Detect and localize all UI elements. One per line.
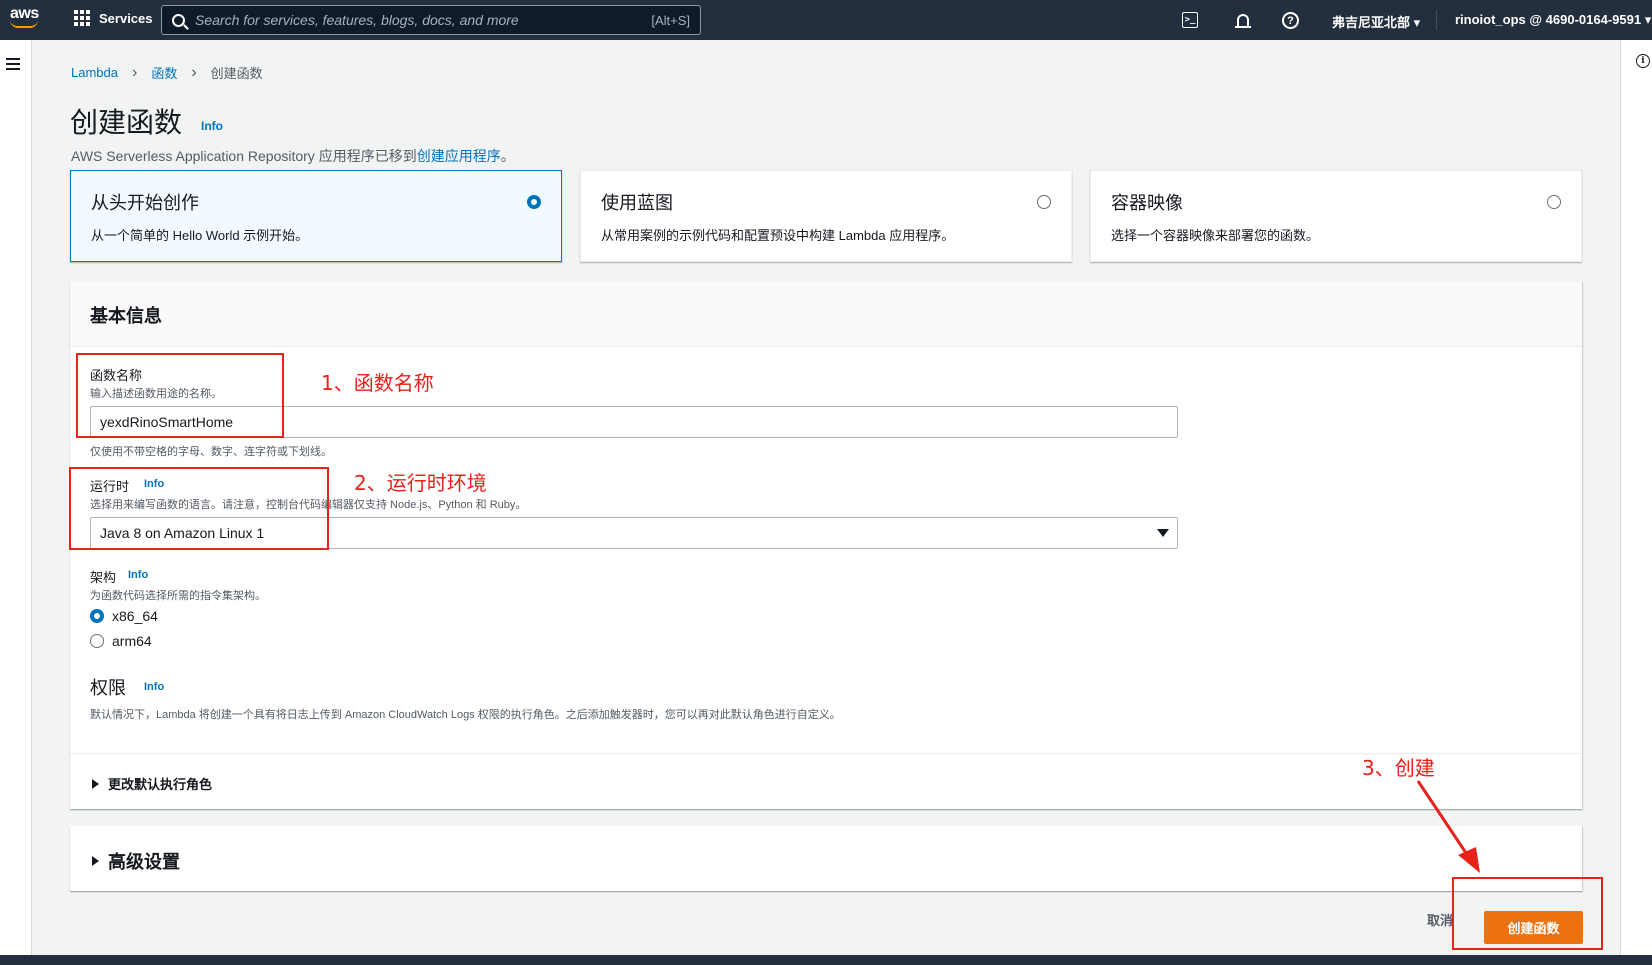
search-bar[interactable]: Search for services, features, blogs, do… [161, 5, 701, 35]
footer-bar [0, 955, 1652, 965]
change-role-label: 更改默认执行角色 [108, 777, 213, 792]
option-title: 使用蓝图 [601, 193, 673, 213]
option-desc: 从一个简单的 Hello World 示例开始。 [91, 228, 309, 243]
radio-selected-icon[interactable] [90, 609, 104, 623]
info-panel-icon[interactable]: i [1636, 54, 1650, 68]
panel-heading: 基本信息 [90, 306, 162, 326]
option-title: 容器映像 [1111, 193, 1183, 213]
annotation-arrow-icon [1416, 780, 1480, 873]
top-navigation: aws Services Search for services, featur… [0, 0, 1652, 40]
search-input[interactable]: Search for services, features, blogs, do… [195, 12, 651, 28]
left-side-rail [0, 40, 32, 955]
services-menu-button[interactable]: Services [74, 10, 153, 26]
annotation-runtime: 2、运行时环境 [354, 471, 487, 495]
annotation-box-create [1452, 877, 1603, 950]
permissions-label: 权限 [90, 678, 126, 698]
bell-icon[interactable] [1233, 10, 1253, 30]
arch-option-arm64[interactable]: arm64 [90, 633, 152, 649]
aws-logo[interactable]: aws [10, 5, 44, 35]
arch-option-label: x86_64 [112, 608, 158, 624]
breadcrumb: Lambda › 函数 › 创建函数 [71, 63, 263, 82]
annotation-function-name: 1、函数名称 [321, 371, 434, 395]
divider [70, 753, 1582, 754]
permissions-info-link[interactable]: Info [144, 681, 164, 693]
option-use-blueprint[interactable]: 使用蓝图 从常用案例的示例代码和配置预设中构建 Lambda 应用程序。 [580, 170, 1072, 262]
breadcrumb-current: 创建函数 [210, 66, 263, 81]
advanced-settings-panel: 高级设置 [70, 826, 1582, 891]
radio-selected-icon[interactable] [527, 195, 541, 209]
function-name-hint: 仅使用不带空格的字母、数字、连字符或下划线。 [90, 446, 332, 458]
create-application-link[interactable]: 创建应用程序 [417, 148, 501, 164]
option-title: 从头开始创作 [91, 193, 199, 213]
advanced-settings-expander[interactable]: 高级设置 [92, 848, 180, 874]
option-author-from-scratch[interactable]: 从头开始创作 从一个简单的 Hello World 示例开始。 [70, 170, 562, 262]
radio-icon[interactable] [1547, 195, 1561, 209]
nav-divider [1436, 10, 1437, 30]
account-menu[interactable]: rinoiot_ops @ 4690-0164-9591 ▾ [1455, 12, 1651, 28]
option-desc: 从常用案例的示例代码和配置预设中构建 Lambda 应用程序。 [601, 228, 955, 243]
annotation-box-runtime [69, 467, 329, 550]
cloudshell-icon[interactable]: >_ [1182, 12, 1198, 28]
subtitle-suffix: 。 [500, 148, 515, 164]
arch-option-label: arm64 [112, 633, 152, 649]
caret-right-icon [92, 778, 99, 789]
architecture-desc: 为函数代码选择所需的指令集架构。 [90, 590, 266, 602]
menu-icon[interactable] [6, 58, 20, 70]
architecture-info-link[interactable]: Info [128, 569, 148, 581]
change-role-expander[interactable]: 更改默认执行角色 [92, 774, 212, 793]
caret-right-icon [92, 856, 99, 866]
caret-down-icon [1157, 529, 1169, 537]
breadcrumb-lambda[interactable]: Lambda [71, 65, 118, 80]
search-icon [172, 13, 185, 27]
panel-header: 基本信息 [70, 282, 1582, 347]
page-subtitle: AWS Serverless Application Repository 应用… [71, 146, 515, 166]
services-label: Services [99, 10, 153, 26]
title-info-link[interactable]: Info [201, 119, 223, 133]
radio-icon[interactable] [90, 634, 104, 648]
chevron-right-icon: › [131, 63, 138, 81]
radio-icon[interactable] [1037, 195, 1051, 209]
right-side-rail [1620, 40, 1652, 955]
search-shortcut-hint: [Alt+S] [651, 12, 690, 28]
permissions-desc: 默认情况下，Lambda 将创建一个具有将日志上传到 Amazon CloudW… [90, 709, 841, 721]
annotation-box-function-name [76, 353, 284, 438]
grid-icon [74, 10, 90, 26]
arch-option-x86[interactable]: x86_64 [90, 608, 158, 624]
subtitle-text: AWS Serverless Application Repository 应用… [71, 148, 417, 164]
cancel-button[interactable]: 取消 [1427, 910, 1453, 929]
breadcrumb-functions[interactable]: 函数 [151, 63, 177, 82]
architecture-label: 架构 [90, 570, 117, 585]
region-selector[interactable]: 弗吉尼亚北部 ▾ [1332, 12, 1420, 31]
advanced-settings-label: 高级设置 [108, 852, 180, 872]
aws-logo-text: aws [10, 5, 39, 22]
option-desc: 选择一个容器映像来部署您的函数。 [1111, 228, 1320, 243]
option-container-image[interactable]: 容器映像 选择一个容器映像来部署您的函数。 [1090, 170, 1582, 262]
chevron-right-icon: › [191, 63, 197, 81]
help-icon[interactable]: ? [1282, 12, 1299, 29]
page-title: 创建函数 [70, 107, 183, 138]
